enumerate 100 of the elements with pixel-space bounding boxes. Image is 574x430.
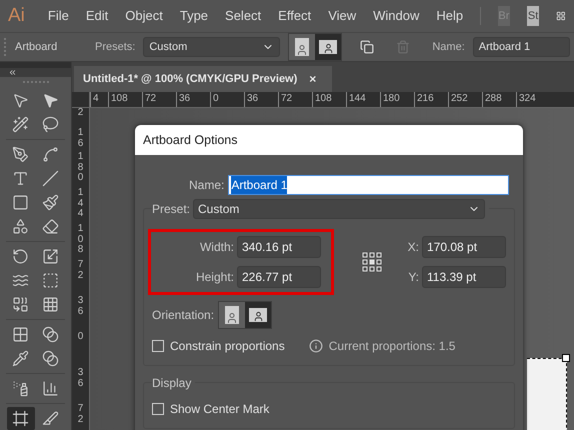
ruler-label: 36 xyxy=(176,92,210,107)
menu-item[interactable]: Edit xyxy=(86,6,108,26)
proportions-text: Current proportions: 1.5 xyxy=(328,338,456,355)
rectangle-icon xyxy=(12,194,30,211)
dialog-title: Artboard Options xyxy=(135,125,523,155)
preset-dropdown[interactable]: Custom xyxy=(193,199,486,219)
ruler-label: 108 xyxy=(108,92,142,107)
ruler-label: 36 xyxy=(244,92,278,107)
eyedropper-icon xyxy=(12,350,30,367)
ruler-label: 180 xyxy=(380,92,414,107)
paintbrush-icon xyxy=(42,194,59,211)
ruler-label: 0 xyxy=(210,92,244,107)
blend-icon xyxy=(42,350,59,367)
checkbox[interactable] xyxy=(152,340,164,352)
number-field[interactable]: 113.39 pt xyxy=(422,266,506,288)
ruler-label: 144 xyxy=(76,186,84,220)
artboard-page xyxy=(527,358,567,430)
portrait-icon xyxy=(295,38,310,56)
menu-item[interactable]: Select xyxy=(225,6,262,26)
new-artboard-icon[interactable] xyxy=(360,40,374,54)
field-label: X: xyxy=(408,239,419,256)
ruler-label: 252 xyxy=(448,92,482,107)
lasso-icon xyxy=(42,116,59,133)
curve-pen-icon xyxy=(42,146,59,163)
info-icon xyxy=(308,339,323,353)
presets-label: Presets: xyxy=(95,40,136,55)
menu-item[interactable]: File xyxy=(48,6,69,26)
menu-item[interactable]: Window xyxy=(373,6,420,26)
landscape-icon xyxy=(319,40,338,54)
portrait-button[interactable] xyxy=(219,302,246,328)
number-field[interactable]: 340.16 pt xyxy=(237,236,321,258)
ruler-label: 36 xyxy=(76,366,84,390)
number-field[interactable]: 170.08 pt xyxy=(422,236,506,258)
ruler-label: 4 xyxy=(90,92,108,107)
ruler-label: 288 xyxy=(482,92,516,107)
pen-icon xyxy=(12,146,30,163)
line-icon xyxy=(42,170,59,187)
type-icon xyxy=(12,170,30,187)
magic-wand-icon xyxy=(12,116,30,133)
grid-icon xyxy=(42,296,59,313)
selected-text: Artboard 1 xyxy=(231,176,288,194)
landscape-button[interactable] xyxy=(245,302,272,328)
presets-dropdown[interactable]: Custom xyxy=(143,37,280,57)
checkbox-label: Show Center Mark xyxy=(170,401,270,418)
menu-item[interactable]: Help xyxy=(436,6,464,26)
spray-can-icon xyxy=(12,380,30,397)
name-field[interactable]: Artboard 1 xyxy=(228,175,509,195)
dashed-square-icon xyxy=(42,272,59,289)
ruler-label: 16 xyxy=(76,128,84,148)
field-label: Height: xyxy=(196,269,234,286)
document-tab[interactable]: Untitled-1* @ 100% (CMYK/GPU Preview) × xyxy=(74,66,332,92)
mesh-icon xyxy=(12,326,30,343)
artboard-name-field[interactable]: Artboard 1 xyxy=(472,37,570,57)
orientation-label: Orientation: xyxy=(152,307,214,324)
name-label: Name: xyxy=(432,40,465,55)
tool-button[interactable] xyxy=(6,407,35,430)
menu-item[interactable]: Object xyxy=(125,6,163,26)
number-field[interactable]: 226.77 pt xyxy=(237,266,321,288)
ruler-label: 72 xyxy=(76,258,84,282)
rotate-icon xyxy=(12,248,30,265)
ruler-label: 180 xyxy=(76,150,84,184)
portrait-icon xyxy=(225,306,240,324)
ruler-label: 324 xyxy=(516,92,550,107)
eraser-icon xyxy=(42,218,59,235)
close-tab-button[interactable]: × xyxy=(309,70,316,88)
grip-icon xyxy=(22,81,48,86)
shapes-icon xyxy=(12,218,30,235)
checkbox[interactable] xyxy=(152,403,164,415)
ruler-label: 108 xyxy=(76,222,84,256)
field-label: Width: xyxy=(200,239,234,256)
landscape-button[interactable] xyxy=(315,34,342,60)
ruler-label: 0 xyxy=(76,330,84,344)
name-label: Name: xyxy=(189,177,224,194)
grip-icon xyxy=(4,38,7,56)
app-logo: Ai xyxy=(8,4,25,28)
menu-item[interactable]: Effect xyxy=(278,6,312,26)
ruler-label: 2 xyxy=(76,108,84,120)
tool-name: Artboard xyxy=(15,40,58,55)
portrait-button[interactable] xyxy=(289,34,316,60)
ruler-label: 72 xyxy=(76,402,84,426)
landscape-icon xyxy=(249,308,268,322)
menu-item[interactable]: Type xyxy=(180,6,208,26)
scale-icon xyxy=(42,248,59,265)
artboard-handle[interactable] xyxy=(562,354,570,362)
field-label: Y: xyxy=(408,269,419,286)
ruler-label: 72 xyxy=(142,92,176,107)
reference-point-icon[interactable] xyxy=(362,252,382,272)
ruler-label: 72 xyxy=(278,92,312,107)
shape-builder-icon xyxy=(12,296,30,313)
pointer-icon xyxy=(42,92,59,109)
preset-label: Preset: xyxy=(152,201,190,218)
collapse-icon[interactable] xyxy=(8,68,17,78)
menu-item[interactable]: View xyxy=(328,6,356,26)
bar-chart-icon xyxy=(42,380,59,397)
ruler-label: 216 xyxy=(414,92,448,107)
warp-icon xyxy=(12,272,30,289)
ruler-label: 144 xyxy=(346,92,380,107)
ruler-label: 108 xyxy=(312,92,346,107)
app-launch-button[interactable]: St xyxy=(526,6,540,26)
checkbox-label: Constrain proportions xyxy=(170,338,285,355)
